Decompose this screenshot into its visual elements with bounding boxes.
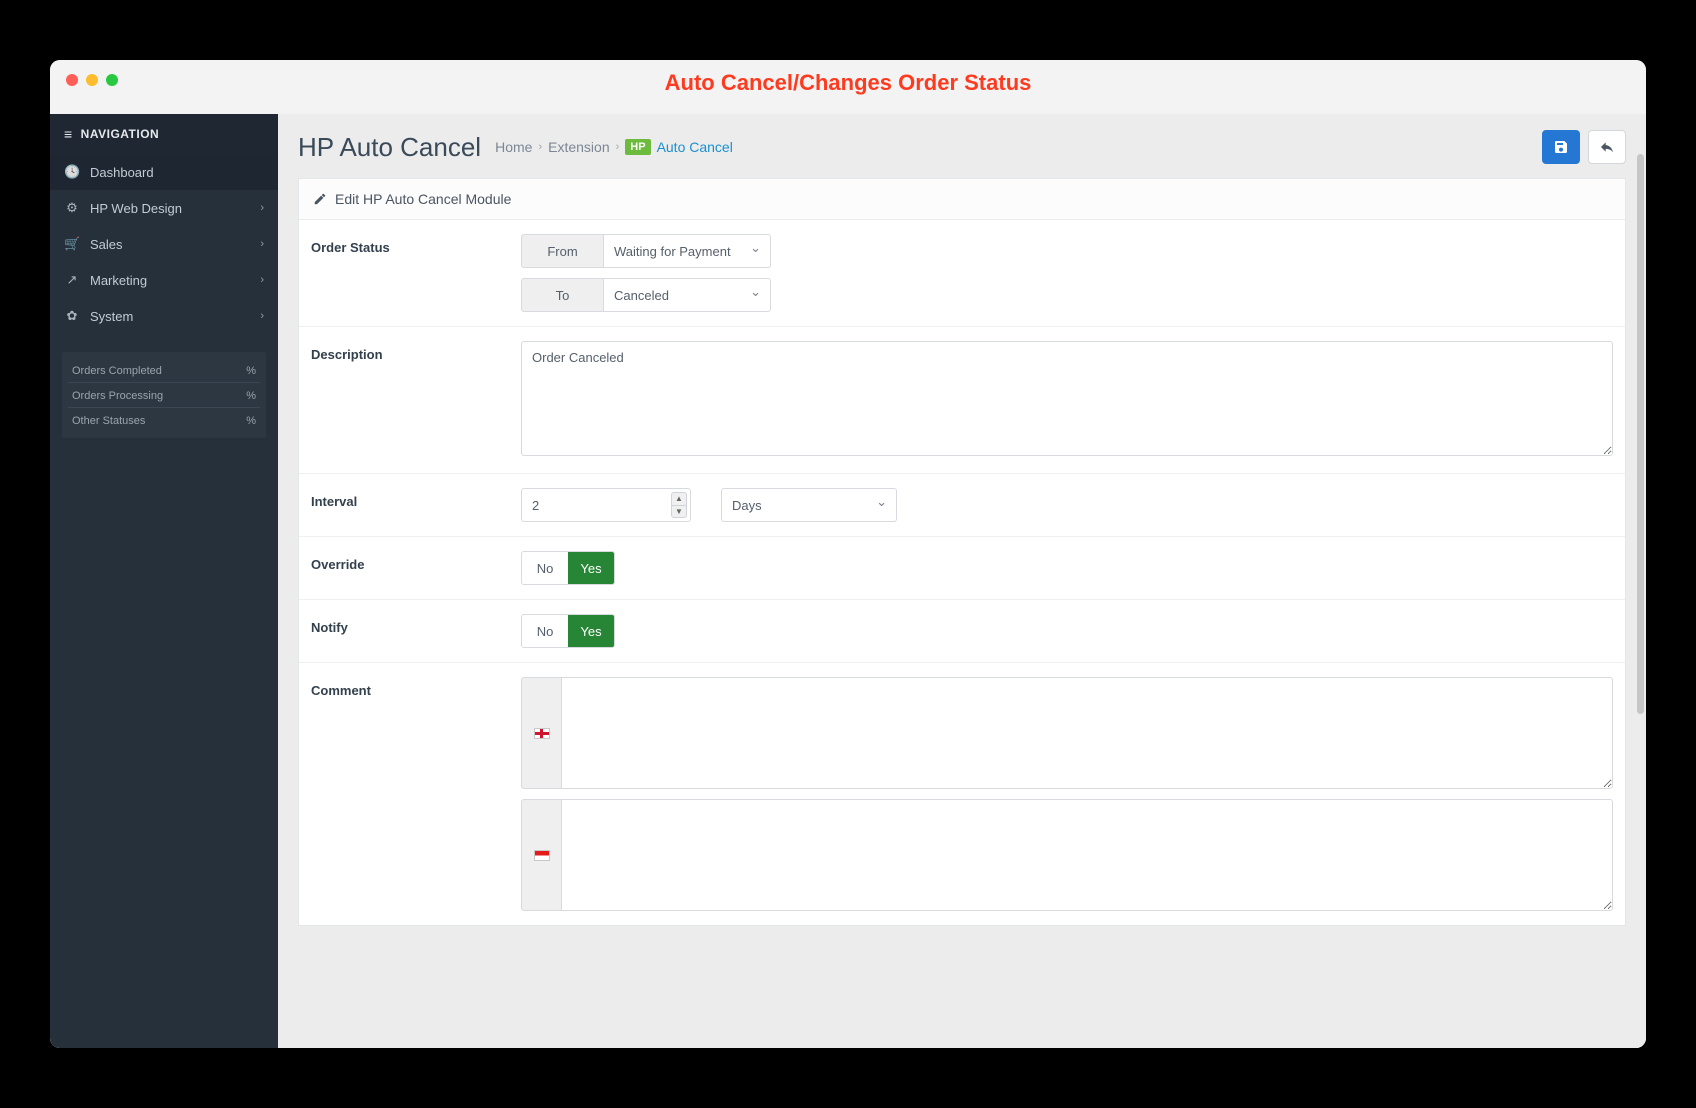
nav-item-hp-web-design[interactable]: ⚙ HP Web Design ›	[50, 190, 278, 226]
flag-en-icon	[534, 728, 550, 739]
nav-label: Dashboard	[90, 165, 154, 180]
nav-item-dashboard[interactable]: 🕓 Dashboard	[50, 154, 278, 190]
override-toggle: No Yes	[521, 551, 615, 585]
edit-panel: Edit HP Auto Cancel Module Order Status …	[298, 178, 1626, 926]
flag-id-addon	[521, 799, 561, 911]
notify-yes-button[interactable]: Yes	[568, 615, 614, 647]
order-status-from-select[interactable]: Waiting for Payment	[603, 234, 771, 268]
override-yes-button[interactable]: Yes	[568, 552, 614, 584]
nav-header-label: NAVIGATION	[81, 127, 160, 141]
save-button[interactable]	[1542, 130, 1580, 164]
label-description: Description	[311, 341, 521, 459]
flag-id-icon	[534, 850, 550, 861]
label-interval: Interval	[311, 488, 521, 522]
breadcrumb: Home › Extension › HP Auto Cancel	[495, 139, 733, 155]
order-status-to-select[interactable]: Canceled	[603, 278, 771, 312]
order-status-from-group: From Waiting for Payment	[521, 234, 1613, 268]
comment-en-row	[521, 677, 1613, 789]
notify-toggle: No Yes	[521, 614, 615, 648]
override-no-button[interactable]: No	[522, 552, 568, 584]
description-textarea[interactable]: Order Canceled	[521, 341, 1613, 456]
save-icon	[1553, 139, 1569, 155]
page-title: HP Auto Cancel	[298, 132, 481, 163]
sidebar-stats: Orders Completed % Orders Processing % O…	[62, 352, 266, 438]
chevron-right-icon: ›	[260, 238, 264, 250]
chevron-right-icon: ›	[260, 202, 264, 214]
close-window-icon[interactable]	[66, 74, 78, 86]
page-header: HP Auto Cancel Home › Extension › HP Aut…	[278, 114, 1646, 178]
stat-label: Orders Completed	[72, 365, 162, 377]
order-status-to-group: To Canceled	[521, 278, 1613, 312]
nav-label: Marketing	[90, 273, 147, 288]
dashboard-icon: 🕓	[64, 164, 80, 180]
row-order-status: Order Status From Waiting for Payment To	[299, 220, 1625, 327]
stat-value: %	[246, 415, 256, 427]
chevron-right-icon: ›	[260, 274, 264, 286]
reply-icon	[1599, 139, 1615, 155]
menu-icon[interactable]: ≡	[64, 126, 73, 142]
app-window: Auto Cancel/Changes Order Status ≡ NAVIG…	[50, 60, 1646, 1048]
stat-label: Orders Processing	[72, 390, 163, 402]
stat-orders-processing: Orders Processing %	[68, 383, 260, 408]
hp-badge: HP	[625, 139, 650, 155]
label-notify: Notify	[311, 614, 521, 648]
chevron-right-icon: ›	[260, 310, 264, 322]
stepper-buttons[interactable]: ▲▼	[671, 492, 687, 518]
stat-value: %	[246, 365, 256, 377]
label-order-status: Order Status	[311, 234, 521, 312]
nav-label: Sales	[90, 237, 123, 252]
nav-header: ≡ NAVIGATION	[50, 114, 278, 154]
nav-label: HP Web Design	[90, 201, 182, 216]
label-comment: Comment	[311, 677, 521, 911]
stat-label: Other Statuses	[72, 415, 145, 427]
stat-value: %	[246, 390, 256, 402]
notify-no-button[interactable]: No	[522, 615, 568, 647]
row-notify: Notify No Yes	[299, 600, 1625, 663]
cart-icon: 🛒	[64, 236, 80, 252]
cogs-icon: ⚙	[64, 200, 80, 216]
comment-id-textarea[interactable]	[561, 799, 1613, 911]
flag-en-addon	[521, 677, 561, 789]
comment-id-row	[521, 799, 1613, 911]
back-button[interactable]	[1588, 130, 1626, 164]
comment-en-textarea[interactable]	[561, 677, 1613, 789]
addon-to: To	[521, 278, 603, 312]
stat-orders-completed: Orders Completed %	[68, 358, 260, 383]
breadcrumb-sep: ›	[616, 141, 620, 153]
interval-unit-select[interactable]: Days	[721, 488, 897, 522]
main-content: HP Auto Cancel Home › Extension › HP Aut…	[278, 114, 1646, 1048]
scrollbar[interactable]	[1637, 154, 1644, 714]
breadcrumb-sep: ›	[538, 141, 542, 153]
page-actions	[1542, 130, 1626, 164]
row-comment: Comment	[299, 663, 1625, 925]
nav-item-sales[interactable]: 🛒 Sales ›	[50, 226, 278, 262]
titlebar: Auto Cancel/Changes Order Status	[50, 60, 1646, 114]
minimize-window-icon[interactable]	[86, 74, 98, 86]
row-description: Description Order Canceled	[299, 327, 1625, 474]
panel-header: Edit HP Auto Cancel Module	[299, 179, 1625, 220]
panel-title: Edit HP Auto Cancel Module	[335, 191, 511, 207]
label-override: Override	[311, 551, 521, 585]
nav-item-system[interactable]: ✿ System ›	[50, 298, 278, 334]
breadcrumb-home[interactable]: Home	[495, 139, 532, 155]
nav-label: System	[90, 309, 133, 324]
row-interval: Interval ▲▼ Days	[299, 474, 1625, 537]
breadcrumb-current[interactable]: Auto Cancel	[657, 139, 733, 155]
addon-from: From	[521, 234, 603, 268]
breadcrumb-extension[interactable]: Extension	[548, 139, 609, 155]
gear-icon: ✿	[64, 308, 80, 324]
stat-other-statuses: Other Statuses %	[68, 408, 260, 432]
share-icon: ↗	[64, 272, 80, 288]
window-controls	[50, 60, 134, 100]
pencil-icon	[313, 192, 327, 206]
maximize-window-icon[interactable]	[106, 74, 118, 86]
nav-list: 🕓 Dashboard ⚙ HP Web Design › 🛒 Sales › …	[50, 154, 278, 334]
row-override: Override No Yes	[299, 537, 1625, 600]
app-body: ≡ NAVIGATION 🕓 Dashboard ⚙ HP Web Design…	[50, 114, 1646, 1048]
interval-value-input[interactable]	[521, 488, 691, 522]
sidebar: ≡ NAVIGATION 🕓 Dashboard ⚙ HP Web Design…	[50, 114, 278, 1048]
window-title: Auto Cancel/Changes Order Status	[665, 70, 1032, 96]
nav-item-marketing[interactable]: ↗ Marketing ›	[50, 262, 278, 298]
